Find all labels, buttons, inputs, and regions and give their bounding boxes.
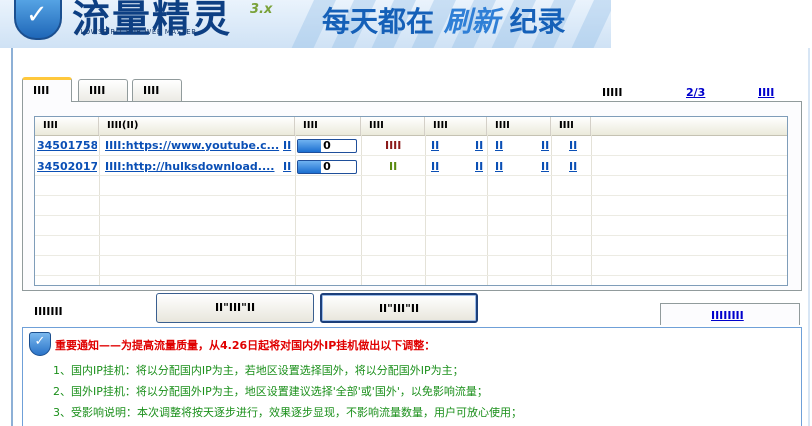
row-link[interactable]: II [475, 157, 483, 177]
tab-1[interactable]: IIII [22, 77, 72, 102]
slogan: 每天都在 刷新 纪录 [322, 0, 566, 40]
action-button-b[interactable]: II"III"II [320, 293, 478, 323]
row-link[interactable]: II [431, 157, 439, 177]
shield-check-icon: ✓ [29, 332, 51, 356]
logo-subtitle: FLOWSPIRIT FOR WEB MASTER [76, 28, 197, 36]
grid-row-line [35, 195, 787, 196]
row-link[interactable]: II [431, 136, 439, 156]
row-link[interactable]: II [541, 157, 549, 177]
row-link[interactable]: II [541, 136, 549, 156]
tab-bar: IIII IIII IIII IIIII 2/3 IIII [22, 77, 802, 102]
table-row[interactable]: 34501758 IIII:https://www.youtube.c... I… [35, 136, 787, 156]
column-header[interactable]: IIII(II) [99, 117, 295, 135]
slogan-part2: 刷新 [443, 5, 500, 38]
row-link[interactable]: II [495, 157, 503, 177]
status-indicator: II [389, 160, 398, 173]
page-indicator-link[interactable]: 2/3 [686, 86, 705, 99]
progress-value: 0 [323, 160, 331, 173]
tabbar-link[interactable]: IIII [758, 86, 774, 99]
task-panel: IIII IIII(II) IIII IIII IIII IIII IIII I… [22, 101, 802, 291]
control-right-link[interactable]: IIIIIIII [711, 309, 744, 322]
row-link[interactable]: II [475, 136, 483, 156]
action-button-a[interactable]: II"III"II [156, 293, 314, 323]
column-header[interactable]: IIII [361, 117, 425, 135]
row-link[interactable]: II [569, 136, 577, 156]
notice-box: ✓ 重要通知——为提高流量质量，从4.26日起将对国内外IP挂机做出以下调整： … [22, 327, 802, 426]
column-header[interactable]: IIII [295, 117, 361, 135]
logo-badge: 3.x [250, 2, 273, 17]
shield-logo-icon: ✓ [14, 0, 62, 40]
task-url[interactable]: IIII:https://www.youtube.c... [105, 136, 281, 156]
notice-line: 2、国外IP挂机：将以分配国外IP为主，地区设置建议选择'全部'或'国外'，以免… [53, 385, 488, 398]
tabbar-label: IIIII [602, 86, 623, 99]
notice-line: 3、受影响说明：本次调整将按天逐步进行，效果逐步显现，不影响流量数量，用户可放心… [53, 406, 522, 419]
column-header[interactable]: IIII [35, 117, 99, 135]
slogan-part3: 纪录 [509, 5, 566, 38]
task-grid: IIII IIII(II) IIII IIII IIII IIII IIII I… [34, 116, 788, 286]
control-bar: IIIIIII II"III"II II"III"II IIIIIIII [22, 291, 802, 325]
column-header[interactable]: IIII [425, 117, 487, 135]
progress-bar: 0 [297, 139, 357, 153]
row-link[interactable]: II [569, 157, 577, 177]
page-right-border [808, 48, 810, 426]
control-right-tab: IIIIIIII [660, 303, 800, 325]
tab-3[interactable]: IIII [132, 79, 182, 101]
header-banner: ✓ 流量精灵 3.x FLOWSPIRIT FOR WEB MASTER 每天都… [0, 0, 611, 48]
grid-row-line [35, 215, 787, 216]
grid-header: IIII IIII(II) IIII IIII IIII IIII IIII I… [35, 117, 787, 136]
grid-row-line [35, 235, 787, 236]
row-link[interactable]: II [495, 136, 503, 156]
task-col3[interactable]: II [283, 157, 295, 177]
slogan-part1: 每天都在 [322, 5, 435, 38]
control-label: IIIIIII [34, 305, 63, 318]
grid-row-line [35, 255, 787, 256]
task-id[interactable]: 34502017 [37, 157, 97, 177]
grid-row-line [35, 275, 787, 276]
notice-line: 1、国内IP挂机：将以分配国内IP为主，若地区设置选择国外，将以分配国外IP为主… [53, 364, 464, 377]
table-row[interactable]: 34502017 IIII:http://hulksdownload.... I… [35, 157, 787, 177]
logo-title: 流量精灵 [72, 0, 233, 41]
tab-2[interactable]: IIII [78, 79, 128, 101]
progress-value: 0 [323, 139, 331, 152]
progress-bar: 0 [297, 160, 357, 174]
task-id[interactable]: 34501758 [37, 136, 97, 156]
task-col3[interactable]: II [283, 136, 295, 156]
column-header[interactable]: II [551, 117, 591, 135]
column-header[interactable]: IIII [487, 117, 551, 135]
task-url[interactable]: IIII:http://hulksdownload.... [105, 157, 281, 177]
status-indicator: IIII [385, 139, 402, 152]
page-left-border [11, 48, 13, 426]
notice-title: 重要通知——为提高流量质量，从4.26日起将对国内外IP挂机做出以下调整： [55, 339, 436, 352]
